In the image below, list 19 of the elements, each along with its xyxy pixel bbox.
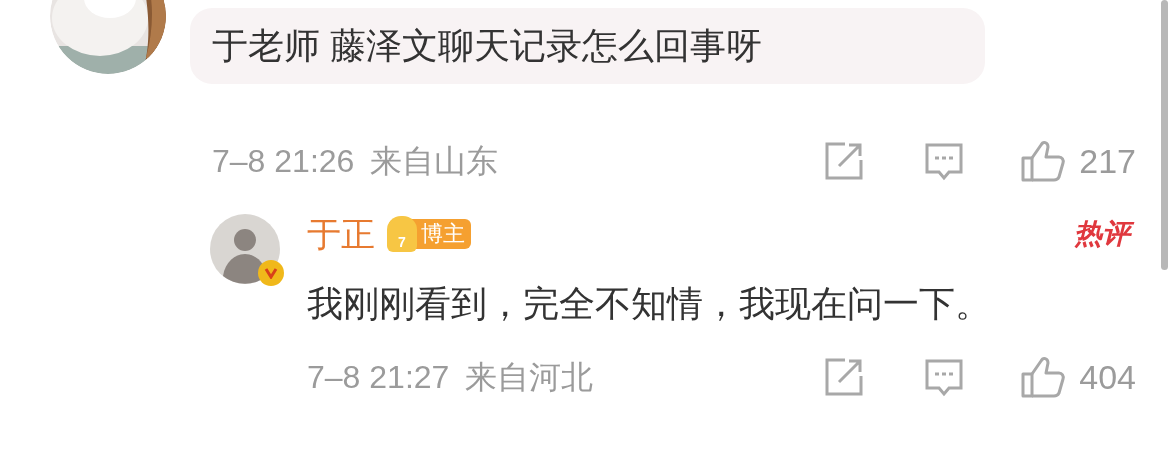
comment-time: 7–8 21:27 (307, 361, 450, 393)
comment-location: 来自山东 (370, 145, 499, 177)
share-icon[interactable] (823, 356, 866, 398)
crown-level-badge: 7 (387, 216, 417, 252)
thumbs-up-icon[interactable] (1019, 139, 1068, 183)
comment-text: 我刚刚看到，完全不知情，我现在问一下。 (307, 286, 992, 322)
hot-comment-label: 热评 (1072, 215, 1136, 253)
avatar-icon (210, 214, 280, 284)
comment-text: 于老师 藤泽文聊天记录怎么回事呀 (212, 28, 762, 64)
badge-text: 博主 (421, 223, 465, 245)
comment-icon[interactable] (923, 141, 966, 181)
author-name[interactable]: 于正 (307, 217, 375, 251)
comment-location: 来自河北 (465, 361, 594, 393)
share-icon[interactable] (823, 140, 866, 182)
thumbs-up-icon[interactable] (1019, 355, 1068, 399)
comment-icon[interactable] (923, 357, 966, 397)
like-count: 404 (1079, 360, 1136, 394)
like-count: 217 (1079, 144, 1136, 178)
comment-time: 7–8 21:26 (212, 145, 355, 177)
